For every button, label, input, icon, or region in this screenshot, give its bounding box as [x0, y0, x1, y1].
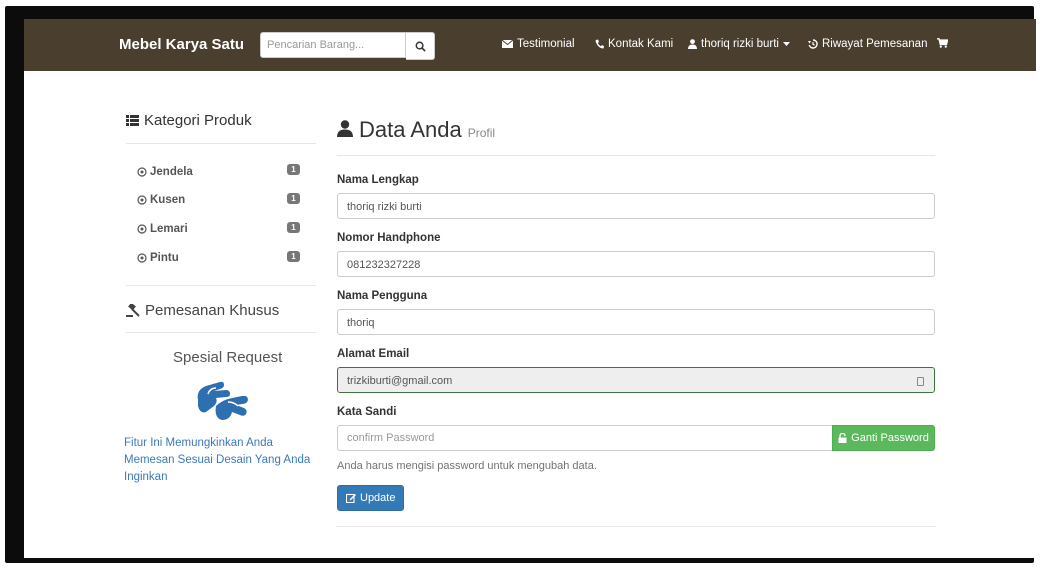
readonly-icon [917, 377, 924, 386]
email-value: trizkiburti@gmail.com [347, 375, 453, 387]
nav-testimonial[interactable]: Testimonial [502, 38, 575, 50]
screenshot-frame: Mebel Karya Satu Testimonial Kontak Kami… [5, 6, 1036, 563]
list-icon [126, 115, 139, 126]
search-button[interactable] [406, 32, 435, 60]
divider [126, 285, 316, 286]
gavel-icon [126, 304, 140, 317]
category-link-pintu[interactable]: Pintu [137, 252, 179, 264]
category-link-kusen[interactable]: Kusen [137, 194, 185, 206]
pemesanan-heading: Pemesanan Khusus [126, 302, 279, 319]
help-text: Anda harus mengisi password untuk mengub… [337, 460, 597, 472]
password-input[interactable] [337, 425, 832, 451]
password-label: Kata Sandi [337, 406, 397, 418]
edit-icon [346, 493, 356, 503]
navbar: Mebel Karya Satu Testimonial Kontak Kami… [24, 19, 1036, 71]
category-count-badge: 1 [287, 251, 300, 262]
divider [126, 143, 316, 144]
nav-testimonial-label: Testimonial [517, 38, 575, 50]
nav-user-label: thoriq rizki burti [701, 38, 779, 50]
page-subtitle: Profil [467, 126, 496, 140]
divider [337, 155, 935, 156]
ganti-password-label: Ganti Password [851, 432, 929, 444]
category-label: Jendela [150, 166, 193, 178]
search-form [260, 32, 435, 60]
email-field[interactable]: trizkiburti@gmail.com [337, 367, 935, 393]
nama-label: Nama Lengkap [337, 174, 419, 186]
search-input[interactable] [260, 32, 406, 58]
circle-arrow-icon [137, 167, 147, 177]
page: Mebel Karya Satu Testimonial Kontak Kami… [24, 19, 1036, 558]
email-label: Alamat Email [337, 348, 410, 360]
phone-icon [595, 39, 604, 49]
nomor-handphone-field[interactable]: 081232327228 [337, 251, 935, 277]
sign-language-icon[interactable] [192, 372, 252, 424]
kategori-heading: Kategori Produk [126, 112, 252, 129]
circle-arrow-icon [137, 224, 147, 234]
category-link-lemari[interactable]: Lemari [137, 223, 188, 235]
divider [337, 526, 935, 527]
category-label: Pintu [150, 252, 179, 264]
category-link-jendela[interactable]: Jendela [137, 166, 193, 178]
page-title-text: Data Anda [359, 117, 462, 142]
hp-label: Nomor Handphone [337, 232, 441, 244]
category-count-badge: 1 [287, 193, 300, 204]
brand-logo[interactable]: Mebel Karya Satu [119, 36, 244, 53]
unlock-icon [838, 433, 847, 443]
caret-down-icon [782, 41, 790, 46]
page-title: Data Anda Profil [337, 117, 495, 143]
nav-user-dropdown[interactable]: thoriq rizki burti [688, 38, 790, 50]
divider [126, 332, 316, 333]
nama-lengkap-field[interactable]: thoriq rizki burti [337, 193, 935, 219]
shopping-cart-icon [937, 38, 948, 48]
category-label: Kusen [150, 194, 186, 206]
history-icon [808, 39, 818, 49]
category-count-badge: 1 [287, 164, 300, 175]
nav-kontak-label: Kontak Kami [608, 38, 674, 50]
password-group: Ganti Password [337, 425, 935, 451]
ganti-password-button[interactable]: Ganti Password [832, 425, 935, 451]
user-icon [337, 120, 353, 137]
update-label: Update [360, 492, 396, 504]
update-button[interactable]: Update [337, 485, 405, 511]
nav-riwayat[interactable]: Riwayat Pemesanan [808, 38, 927, 50]
envelope-icon [502, 40, 513, 48]
category-label: Lemari [150, 223, 188, 235]
search-icon [415, 41, 426, 52]
circle-arrow-icon [137, 195, 147, 205]
nav-riwayat-label: Riwayat Pemesanan [822, 38, 928, 50]
nav-kontak[interactable]: Kontak Kami [595, 38, 673, 50]
nav-cart[interactable] [937, 38, 948, 48]
user-icon [688, 39, 697, 49]
circle-arrow-icon [137, 253, 147, 263]
fitur-description[interactable]: Fitur Ini Memungkinkan Anda Memesan Sesu… [124, 435, 314, 486]
pemesanan-title: Pemesanan Khusus [145, 302, 280, 319]
spesial-request-title[interactable]: Spesial Request [173, 349, 282, 366]
nama-pengguna-field[interactable]: thoriq [337, 309, 935, 335]
username-label: Nama Pengguna [337, 290, 428, 302]
category-count-badge: 1 [287, 222, 300, 233]
kategori-title: Kategori Produk [144, 112, 252, 129]
